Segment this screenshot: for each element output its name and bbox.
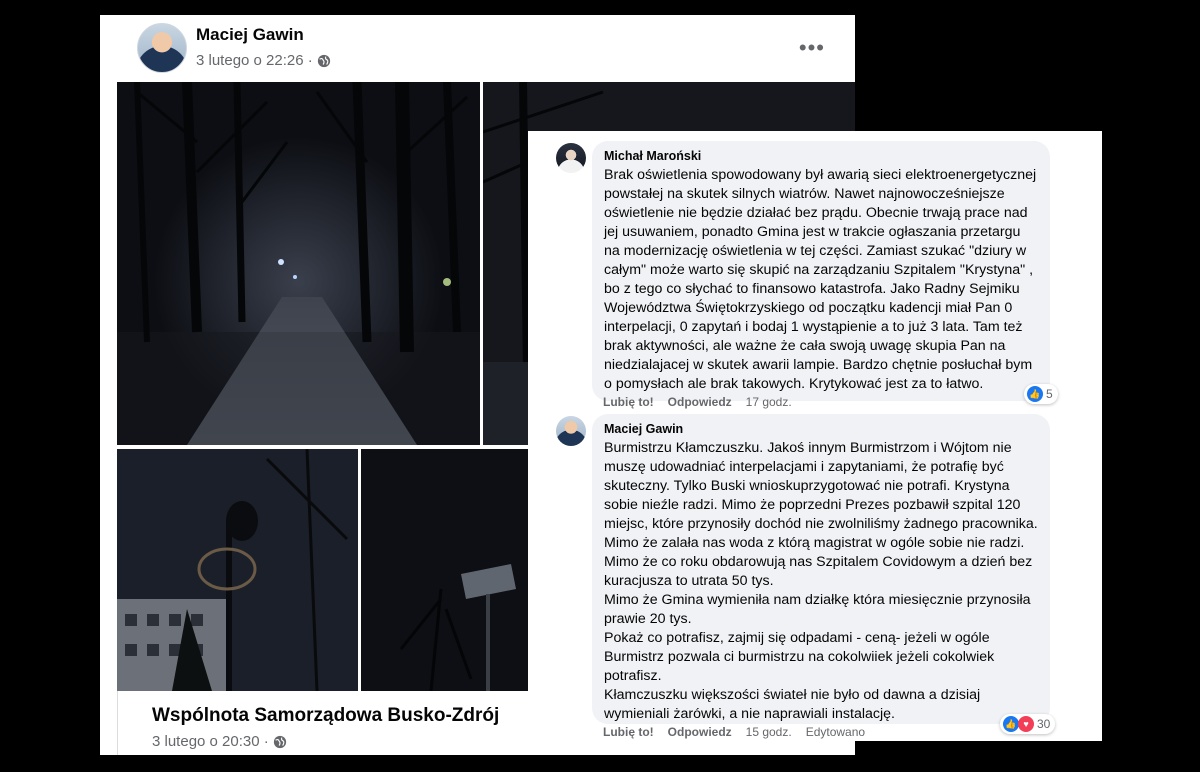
like-icon: 👍 [1027, 386, 1043, 402]
comment-actions: Lubię to! Odpowiedz 17 godz. [603, 395, 792, 409]
comments-panel: Michał Maroński Brak oświetlenia spowodo… [528, 131, 1102, 741]
like-button[interactable]: Lubię to! [603, 395, 654, 409]
like-button[interactable]: Lubię to! [603, 725, 654, 739]
shared-post-meta: 3 lutego o 20:30 · [152, 733, 287, 750]
like-icon: 👍 [1003, 716, 1019, 732]
avatar[interactable] [556, 143, 586, 173]
post-header: Maciej Gawin 3 lutego o 22:26 · ••• [100, 15, 855, 83]
comment-text: Brak oświetlenia spowodowany był awarią … [604, 167, 1037, 392]
lamp-post-image [117, 449, 358, 691]
comment-paragraph: Burmistrzu Kłamczuszku. Jakoś innym Burm… [604, 440, 1038, 589]
post-photo[interactable] [117, 449, 358, 691]
more-options-icon[interactable]: ••• [799, 35, 825, 61]
post-meta: 3 lutego o 22:26 · [196, 52, 331, 69]
shared-page-title[interactable]: Wspólnota Samorządowa Busko-Zdrój [152, 705, 499, 727]
post-author[interactable]: Maciej Gawin [196, 25, 304, 45]
comment-bubble: Michał Maroński Brak oświetlenia spowodo… [592, 141, 1050, 401]
post-timestamp[interactable]: 3 lutego o 22:26 · [196, 52, 313, 69]
comment-paragraph: Kłamczuszku większości świateł nie było … [604, 687, 981, 722]
reaction-count[interactable]: 👍 ♥ 30 [1000, 714, 1056, 734]
comment-paragraph: Mimo że Gmina wymieniła nam działkę któr… [604, 592, 1031, 627]
shared-post-timestamp[interactable]: 3 lutego o 20:30 · [152, 733, 269, 750]
love-icon: ♥ [1018, 716, 1034, 732]
comment-time[interactable]: 15 godz. [746, 725, 792, 739]
avatar[interactable] [556, 416, 586, 446]
globe-icon [317, 54, 330, 67]
reaction-number: 30 [1037, 717, 1051, 731]
post-photo[interactable] [361, 449, 533, 691]
reply-button[interactable]: Odpowiedz [668, 725, 732, 739]
solar-lamp-image [361, 449, 533, 691]
reaction-number: 5 [1046, 387, 1053, 401]
globe-icon [273, 735, 286, 748]
comment-actions: Lubię to! Odpowiedz 15 godz. Edytowano [603, 725, 865, 739]
comment-bubble: Maciej Gawin Burmistrzu Kłamczuszku. Jak… [592, 414, 1050, 724]
post-photo[interactable] [117, 82, 480, 445]
night-alley-image [117, 82, 480, 445]
edited-label[interactable]: Edytowano [806, 725, 865, 739]
reaction-count[interactable]: 👍 5 [1024, 384, 1058, 404]
shared-post-divider [117, 691, 140, 755]
comment-time[interactable]: 17 godz. [746, 395, 792, 409]
reply-button[interactable]: Odpowiedz [668, 395, 732, 409]
comment-text: Burmistrzu Kłamczuszku. Jakoś innym Burm… [604, 439, 1038, 724]
comment-paragraph: Pokaż co potrafisz, zajmij się odpadami … [604, 630, 995, 684]
comment-author[interactable]: Michał Maroński [604, 149, 1038, 163]
comment-author[interactable]: Maciej Gawin [604, 422, 1038, 436]
avatar[interactable] [137, 23, 187, 73]
